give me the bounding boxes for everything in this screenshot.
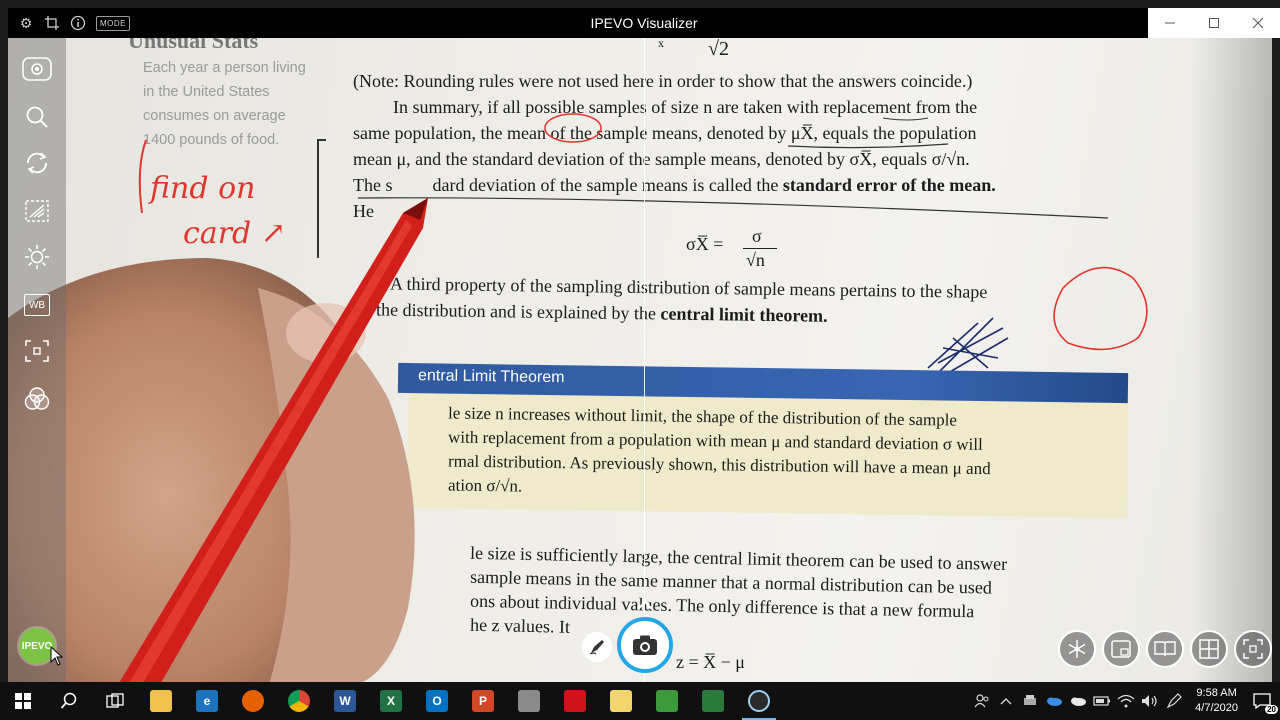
taskbar-app-paint[interactable] bbox=[506, 682, 552, 720]
rotate-icon[interactable] bbox=[22, 148, 52, 178]
crop-icon[interactable] bbox=[44, 15, 60, 31]
taskbar-app-firefox[interactable] bbox=[230, 682, 276, 720]
minimize-button[interactable] bbox=[1148, 8, 1192, 38]
notification-count: 20 bbox=[1265, 705, 1278, 714]
sidebar-note-line: in the United States bbox=[143, 84, 270, 100]
note-line: (Note: Rounding rules were not used here… bbox=[353, 71, 973, 91]
view-controls bbox=[1058, 630, 1272, 668]
taskbar-app-excel-2[interactable] bbox=[690, 682, 736, 720]
whiteboard-label: WB bbox=[24, 294, 50, 316]
record-icon[interactable] bbox=[22, 54, 52, 84]
mode-button[interactable]: MODE bbox=[96, 15, 130, 31]
search-icon[interactable] bbox=[46, 682, 92, 720]
taskbar-app-camera-app[interactable] bbox=[644, 682, 690, 720]
printer-icon[interactable] bbox=[1021, 692, 1039, 710]
formula-std-error-den: √n bbox=[746, 250, 765, 270]
taskbar-app-chrome[interactable] bbox=[276, 682, 322, 720]
formula-std-error-num: σ bbox=[752, 226, 762, 246]
edge-icon: e bbox=[196, 690, 218, 712]
autofocus-icon[interactable] bbox=[22, 336, 52, 366]
whiteboard-icon[interactable]: WB bbox=[22, 290, 52, 320]
taskbar-app-sticky[interactable] bbox=[598, 682, 644, 720]
clock-date: 4/7/2020 bbox=[1195, 702, 1238, 714]
taskbar-apps: eWXOP bbox=[138, 682, 782, 720]
taskbar-app-word[interactable]: W bbox=[322, 682, 368, 720]
battery-icon[interactable] bbox=[1093, 692, 1111, 710]
start-button[interactable] bbox=[0, 682, 46, 720]
settings-icon[interactable]: ⚙ bbox=[18, 15, 34, 31]
excel-2-icon bbox=[702, 690, 724, 712]
notification-center-button[interactable]: 20 bbox=[1250, 689, 1278, 714]
chevron-up-icon[interactable] bbox=[997, 692, 1015, 710]
paint-icon bbox=[518, 690, 540, 712]
powerpoint-icon: P bbox=[472, 690, 494, 712]
camera-icon bbox=[633, 635, 657, 655]
wifi-icon[interactable] bbox=[1117, 692, 1135, 710]
sidebar-note-line: Each year a person living bbox=[143, 60, 306, 76]
zoom-icon[interactable] bbox=[22, 102, 52, 132]
mouse-cursor-icon bbox=[50, 646, 64, 666]
volume-icon[interactable] bbox=[1141, 692, 1159, 710]
clock-time: 9:58 AM bbox=[1196, 687, 1237, 699]
taskbar-app-ipevo-visualizer[interactable] bbox=[736, 682, 782, 720]
window-controls bbox=[1148, 8, 1280, 38]
brightness-icon[interactable] bbox=[22, 242, 52, 272]
ipevo-visualizer-icon bbox=[748, 690, 770, 712]
sticky-icon bbox=[610, 690, 632, 712]
info-icon[interactable] bbox=[70, 15, 86, 31]
onedrive-icon[interactable] bbox=[1045, 692, 1063, 710]
formula-sqrt2: √2 bbox=[708, 38, 729, 60]
fullscreen-icon[interactable] bbox=[1234, 630, 1272, 668]
left-toolbar: WB bbox=[8, 38, 66, 682]
pen-scribble bbox=[927, 266, 1148, 379]
windows-taskbar: e W X O P 9:58 AM 4/7/2020 20 bbox=[0, 682, 1280, 720]
excel-icon: X bbox=[380, 690, 402, 712]
taskbar-app-powerpoint[interactable]: P bbox=[460, 682, 506, 720]
grid-icon[interactable] bbox=[1190, 630, 1228, 668]
people-icon[interactable] bbox=[973, 692, 991, 710]
close-button[interactable] bbox=[1236, 8, 1280, 38]
outlook-icon: O bbox=[426, 690, 448, 712]
taskbar-app-excel[interactable]: X bbox=[368, 682, 414, 720]
window-titlebar: ⚙ MODE IPEVO Visualizer bbox=[8, 8, 1280, 38]
taskbar-app-acrobat[interactable] bbox=[552, 682, 598, 720]
pip-icon[interactable] bbox=[1102, 630, 1140, 668]
titlebar-tools: ⚙ MODE bbox=[8, 15, 248, 31]
mirror-icon[interactable] bbox=[22, 196, 52, 226]
onedrive-personal-icon[interactable] bbox=[1069, 692, 1087, 710]
split-divider bbox=[644, 38, 645, 682]
sidebar-heading: Unusual Stats bbox=[128, 38, 259, 53]
clock[interactable]: 9:58 AM 4/7/2020 bbox=[1189, 686, 1244, 716]
pen-workspace-icon[interactable] bbox=[1165, 692, 1183, 710]
formula-std-error-left: σX̅ = bbox=[686, 234, 724, 254]
filter-icon[interactable] bbox=[22, 384, 52, 414]
word-icon: W bbox=[334, 690, 356, 712]
file-explorer-icon bbox=[150, 690, 172, 712]
freeze-icon[interactable] bbox=[1058, 630, 1096, 668]
camera-view: Unusual Stats Each year a person living … bbox=[8, 38, 1272, 682]
acrobat-icon bbox=[564, 690, 586, 712]
taskbar-app-file-explorer[interactable] bbox=[138, 682, 184, 720]
maximize-button[interactable] bbox=[1192, 8, 1236, 38]
camera-app-icon bbox=[656, 690, 678, 712]
system-tray: 9:58 AM 4/7/2020 20 bbox=[973, 682, 1280, 720]
bottom-formula: z = X̅ − μ bbox=[676, 652, 745, 672]
hand-with-pen bbox=[8, 198, 428, 682]
chevron-up-icon[interactable] bbox=[636, 598, 654, 612]
taskbar-app-edge[interactable]: e bbox=[184, 682, 230, 720]
sidebar-note-line: consumes on average bbox=[143, 108, 286, 124]
capture-button[interactable] bbox=[617, 617, 673, 673]
chrome-icon bbox=[288, 690, 310, 712]
desktop-screen: Unusual Stats Each year a person living … bbox=[0, 0, 1280, 720]
task-view-icon[interactable] bbox=[92, 682, 138, 720]
third-property-bold: central limit theorem. bbox=[660, 303, 828, 326]
book-icon[interactable] bbox=[1146, 630, 1184, 668]
firefox-icon bbox=[242, 690, 264, 712]
annotation-pen-button[interactable] bbox=[582, 632, 612, 662]
taskbar-app-outlook[interactable]: O bbox=[414, 682, 460, 720]
